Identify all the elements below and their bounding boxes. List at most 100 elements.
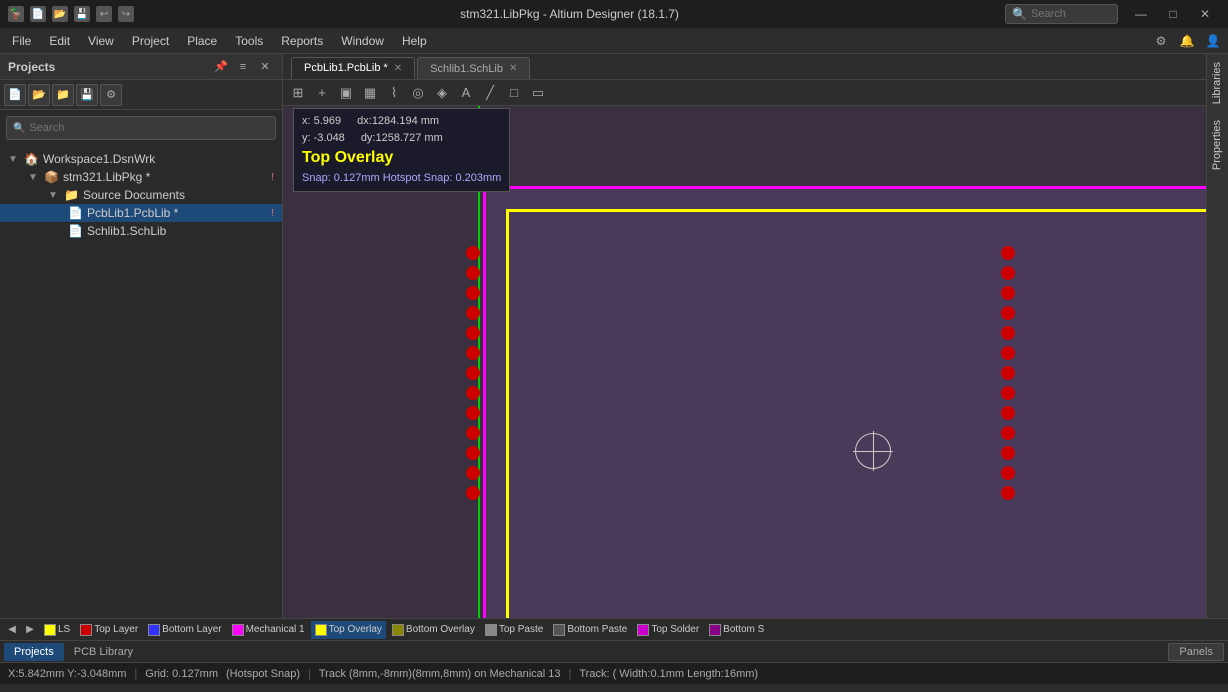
close-button[interactable]: ✕ <box>1190 0 1220 28</box>
save-all-btn[interactable]: 💾 <box>76 84 98 106</box>
layer-bottom-paste[interactable]: Bottom Paste <box>549 621 631 639</box>
layer-top[interactable]: Top Layer <box>76 621 142 639</box>
tree-item-workspace[interactable]: ▼ 🏠 Workspace1.DsnWrk <box>0 150 282 168</box>
tree-item-libpkg[interactable]: ▼ 📦 stm321.LibPkg * ! <box>0 168 282 186</box>
menu-place[interactable]: Place <box>179 31 225 51</box>
pad-11 <box>466 446 480 460</box>
close-file-btn[interactable]: 📁 <box>52 84 74 106</box>
pcb-canvas[interactable]: x: 5.969 dx:1284.194 mm y: -3.048 dy:125… <box>283 106 1206 618</box>
snap-info: Snap: 0.127mm Hotspot Snap: 0.203mm <box>302 170 501 187</box>
pad-7 <box>466 366 480 380</box>
libraries-label[interactable]: Libraries <box>1207 54 1228 112</box>
schlib-label: Schlib1.SchLib <box>87 224 166 238</box>
panel-menu-icon[interactable]: ≡ <box>234 58 252 76</box>
layer-top-overlay[interactable]: Top Overlay <box>311 621 386 639</box>
menu-reports[interactable]: Reports <box>273 31 331 51</box>
filter-tool[interactable]: ⊞ <box>287 82 309 104</box>
open-file-btn[interactable]: 📂 <box>28 84 50 106</box>
layer-ls[interactable]: LS <box>40 621 74 639</box>
tree-item-source[interactable]: ▼ 📁 Source Documents <box>0 186 282 204</box>
via-tool[interactable]: ◎ <box>407 82 429 104</box>
layer-mech[interactable]: Mechanical 1 <box>228 621 309 639</box>
coord-status: X:5.842mm Y:-3.048mm <box>8 668 126 680</box>
save-icon[interactable]: 💾 <box>74 6 90 22</box>
tab-projects[interactable]: Projects <box>4 643 64 661</box>
layer-color-ls <box>44 624 56 636</box>
coord-dx: dx:1284.194 mm <box>357 113 439 130</box>
add-tool[interactable]: + <box>311 82 333 104</box>
menu-file[interactable]: File <box>4 31 39 51</box>
search-box[interactable]: 🔍 <box>6 116 276 140</box>
new-file-btn[interactable]: 📄 <box>4 84 26 106</box>
line-tool[interactable]: ╱ <box>479 82 501 104</box>
titlebar-search-box[interactable]: 🔍 <box>1005 4 1118 24</box>
layer-label-topsolder: Top Solder <box>651 624 699 635</box>
layer-top-solder[interactable]: Top Solder <box>633 621 703 639</box>
properties-label[interactable]: Properties <box>1207 112 1228 178</box>
canvas-toolbar: ⊞ + ▣ ▦ ⌇ ◎ ◈ A ╱ □ ▭ <box>283 80 1206 106</box>
pad-r5 <box>1001 326 1015 340</box>
pad-2 <box>466 266 480 280</box>
pad-r3 <box>1001 286 1015 300</box>
route-tool[interactable]: ⌇ <box>383 82 405 104</box>
bottom-bar: Projects PCB Library Panels <box>0 640 1228 662</box>
select-tool[interactable]: ▣ <box>335 82 357 104</box>
search-input[interactable] <box>29 122 269 134</box>
text-tool[interactable]: A <box>455 82 477 104</box>
menu-tools[interactable]: Tools <box>227 31 271 51</box>
pad-3 <box>466 286 480 300</box>
undo-icon[interactable]: ↩ <box>96 6 112 22</box>
layer-label-top: Top Layer <box>94 624 138 635</box>
panels-button[interactable]: Panels <box>1168 643 1224 661</box>
tab-close-icon[interactable]: ✕ <box>394 63 402 74</box>
menu-view[interactable]: View <box>80 31 122 51</box>
tree-arrow: ▼ <box>28 172 40 183</box>
menu-edit[interactable]: Edit <box>41 31 78 51</box>
coord-dy: dy:1258.727 mm <box>361 130 443 147</box>
titlebar-search-input[interactable] <box>1031 8 1111 20</box>
layer-bottom-solder[interactable]: Bottom S <box>705 621 768 639</box>
layer-label-topoverlay: Top Overlay <box>329 624 382 635</box>
arc-tool[interactable]: ▭ <box>527 82 549 104</box>
maximize-button[interactable]: □ <box>1158 0 1188 28</box>
modified-indicator2: ! <box>271 208 274 219</box>
pad-tool[interactable]: ◈ <box>431 82 453 104</box>
tab-pcb-library[interactable]: PCB Library <box>64 643 143 661</box>
new-icon[interactable]: 📄 <box>30 6 46 22</box>
notification-icon[interactable]: 🔔 <box>1176 30 1198 52</box>
tree-item-schlib[interactable]: 📄 Schlib1.SchLib <box>0 222 282 240</box>
menu-help[interactable]: Help <box>394 31 435 51</box>
layer-top-paste[interactable]: Top Paste <box>481 621 547 639</box>
user-icon[interactable]: 👤 <box>1202 30 1224 52</box>
tab-pcblib[interactable]: PcbLib1.PcbLib * ✕ <box>291 57 415 79</box>
track-info: Track (8mm,-8mm)(8mm,8mm) on Mechanical … <box>319 668 561 680</box>
tab-schlib[interactable]: Schlib1.SchLib ✕ <box>417 57 530 79</box>
layer-color-bottom <box>148 624 160 636</box>
layer-label-botpaste: Bottom Paste <box>567 624 627 635</box>
layer-color-top <box>80 624 92 636</box>
tab-close-icon2[interactable]: ✕ <box>509 63 517 74</box>
layer-bottom[interactable]: Bottom Layer <box>144 621 225 639</box>
settings-icon[interactable]: ⚙ <box>1150 30 1172 52</box>
pcb-board <box>483 186 1206 618</box>
settings-btn[interactable]: ⚙ <box>100 84 122 106</box>
pad-4 <box>466 306 480 320</box>
open-icon[interactable]: 📂 <box>52 6 68 22</box>
rect-tool[interactable]: □ <box>503 82 525 104</box>
layer-bottom-overlay[interactable]: Bottom Overlay <box>388 621 479 639</box>
redo-icon[interactable]: ↪ <box>118 6 134 22</box>
layer-next-btn[interactable]: ▶ <box>22 622 38 638</box>
search-icon: 🔍 <box>1012 7 1027 21</box>
layer-prev-btn[interactable]: ◀ <box>4 622 20 638</box>
libpkg-label: stm321.LibPkg * <box>63 170 150 184</box>
layer-color-topsolder <box>637 624 649 636</box>
panel-close-icon[interactable]: ✕ <box>256 58 274 76</box>
titlebar-title: stm321.LibPkg - Altium Designer (18.1.7) <box>460 7 679 21</box>
tree-item-pcblib[interactable]: 📄 PcbLib1.PcbLib * ! <box>0 204 282 222</box>
minimize-button[interactable]: — <box>1126 0 1156 28</box>
pad-r9 <box>1001 406 1015 420</box>
menu-window[interactable]: Window <box>333 31 392 51</box>
menu-project[interactable]: Project <box>124 31 177 51</box>
chart-tool[interactable]: ▦ <box>359 82 381 104</box>
panel-pin-icon[interactable]: 📌 <box>212 58 230 76</box>
